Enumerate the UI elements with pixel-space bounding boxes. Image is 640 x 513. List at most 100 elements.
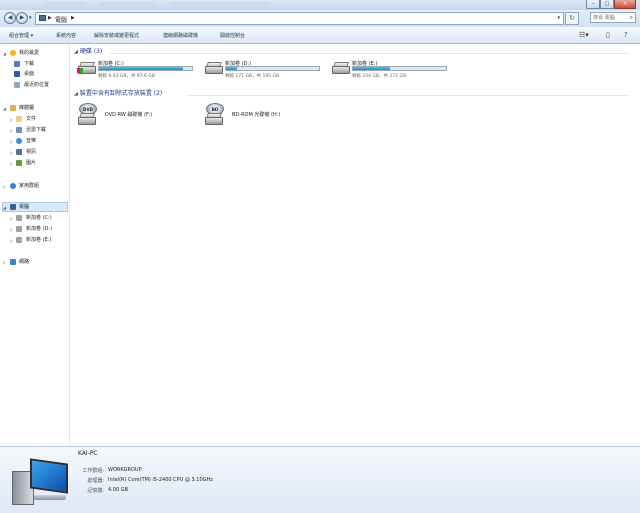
- refresh-button[interactable]: ↻: [565, 12, 579, 25]
- downloads-folder-icon: [14, 61, 20, 67]
- group-divider: [186, 95, 630, 96]
- drive-free-space: 剩餘 171 GB，共 195 GB: [225, 74, 280, 79]
- folder-icon: [16, 127, 22, 133]
- cpu-label: 處理器:: [87, 478, 104, 484]
- usage-fill: [353, 67, 390, 70]
- address-bar[interactable]: ▶ 電腦 ▶ ▾: [35, 12, 564, 25]
- hard-drive-icon: [16, 215, 22, 221]
- minimize-button[interactable]: –: [586, 0, 600, 9]
- hard-drive-icon: [332, 62, 350, 74]
- address-dropdown-icon[interactable]: ▾: [557, 15, 560, 21]
- sidebar-label: 家用群組: [19, 183, 40, 189]
- workgroup-label: 工作群組:: [82, 468, 104, 474]
- back-arrow-icon: ◀: [7, 14, 13, 21]
- taskbar-ghost: [45, 2, 85, 7]
- content-pane: ◢ 硬碟 (3) 新加卷 (C:) 剩餘 9.43 GB，共 97.6 GB 新加…: [70, 44, 640, 446]
- system-properties-button[interactable]: 系統內容: [56, 32, 76, 39]
- collapse-icon[interactable]: ◢: [74, 49, 78, 55]
- expand-icon[interactable]: ▷: [10, 148, 13, 157]
- history-dropdown-icon[interactable]: ▾: [29, 15, 32, 21]
- drive-name: BD-ROM 光碟機 (H:): [232, 112, 281, 118]
- expand-icon[interactable]: ▷: [10, 214, 13, 223]
- details-pane: KAI-PC 工作群組: WORKGROUP 處理器: Intel(R) Cor…: [0, 446, 640, 513]
- hard-drive-icon: [77, 62, 96, 74]
- group-header-hard-drives[interactable]: ◢ 硬碟 (3): [74, 48, 102, 56]
- expand-icon[interactable]: ▷: [3, 258, 6, 267]
- videos-icon: [16, 149, 22, 155]
- sidebar-label: 我的最愛: [19, 50, 40, 56]
- network-icon: [10, 259, 16, 265]
- collapse-icon[interactable]: ◢: [3, 49, 6, 58]
- homegroup-icon: [10, 183, 16, 189]
- command-bar: 組合管理 ▾ 系統內容 解除安裝或變更程式 連線網路磁碟機 開啟控制台 ☷▾ ▯…: [0, 27, 640, 44]
- breadcrumb-separator-icon[interactable]: ▶: [48, 15, 52, 21]
- collapse-icon[interactable]: ◢: [74, 91, 78, 97]
- map-network-drive-button[interactable]: 連線網路磁碟機: [163, 32, 198, 39]
- collapse-icon[interactable]: ◢: [3, 104, 6, 113]
- music-icon: [16, 138, 22, 144]
- forward-arrow-icon: ▶: [19, 14, 25, 21]
- hard-drive-icon: [205, 62, 223, 74]
- group-divider: [110, 53, 630, 54]
- search-box[interactable]: ⌕: [590, 12, 636, 23]
- expand-icon[interactable]: ▷: [10, 126, 13, 135]
- expand-icon[interactable]: ▷: [10, 225, 13, 234]
- title-bar: – □ ×: [0, 0, 640, 10]
- libraries-icon: [10, 105, 16, 111]
- computer-icon: [39, 15, 46, 21]
- forward-button[interactable]: ▶: [16, 12, 28, 24]
- search-icon[interactable]: ⌕: [630, 14, 633, 22]
- drive-usage-bar: [225, 66, 320, 71]
- sidebar-label: 圖片: [26, 160, 37, 166]
- close-button[interactable]: ×: [614, 0, 636, 9]
- sidebar-label: 新加卷 (E:): [26, 237, 52, 243]
- help-icon[interactable]: ?: [624, 31, 628, 39]
- address-row: ◀ ▶ ▾ ▶ 電腦 ▶ ▾ ↻ ⌕: [0, 10, 640, 27]
- optical-drive-icon: [205, 113, 223, 125]
- drive-usage-bar: [98, 66, 193, 71]
- computer-icon: [10, 204, 16, 210]
- breadcrumb-separator-icon[interactable]: ▶: [71, 15, 75, 21]
- search-input[interactable]: [591, 13, 627, 22]
- uninstall-program-button[interactable]: 解除安裝或變更程式: [94, 32, 139, 39]
- drive-c-tile[interactable]: 新加卷 (C:) 剩餘 9.43 GB，共 97.6 GB: [76, 59, 201, 83]
- taskbar-ghost: [100, 2, 155, 7]
- sidebar-label: 網路: [19, 259, 30, 265]
- expand-icon[interactable]: ▷: [3, 182, 6, 191]
- sidebar-label: 最近的位置: [24, 82, 50, 88]
- bd-drive-tile[interactable]: BD BD-ROM 光碟機 (H:): [203, 103, 328, 127]
- desktop-icon: [14, 71, 20, 77]
- collapse-icon[interactable]: ◢: [3, 203, 6, 212]
- back-button[interactable]: ◀: [4, 12, 16, 24]
- open-control-panel-button[interactable]: 開啟控制台: [220, 32, 245, 39]
- ram-label: 記憶體:: [87, 488, 104, 494]
- breadcrumb-computer[interactable]: 電腦: [55, 15, 67, 24]
- hard-drive-icon: [16, 226, 22, 232]
- maximize-button[interactable]: □: [600, 0, 614, 9]
- computer-name: KAI-PC: [78, 450, 98, 457]
- refresh-icon: ↻: [569, 14, 575, 22]
- drive-e-tile[interactable]: 新加卷 (E:) 剩餘 104 GB，共 172 GB: [330, 59, 455, 83]
- sidebar-label: 電腦: [19, 204, 30, 210]
- drive-name: DVD RW 磁碟機 (F:): [105, 112, 153, 118]
- expand-icon[interactable]: ▷: [10, 236, 13, 245]
- navigation-pane: ◢ 我的最愛 下載 桌面 最近的位置 ◢ 媒體櫃 ▷ 文件 ▷ 迅雷下載 ▷ 音…: [0, 44, 70, 446]
- usage-fill: [226, 67, 238, 70]
- drive-usage-bar: [352, 66, 447, 71]
- view-options-icon[interactable]: ☷▾: [579, 31, 589, 39]
- sidebar-label: 視訊: [26, 149, 37, 155]
- group-header-removable[interactable]: ◢ 裝置中含有卸除式存放裝置 (2): [74, 90, 162, 98]
- ram-value: 4.00 GB: [108, 487, 129, 493]
- organize-button[interactable]: 組合管理 ▾: [9, 32, 33, 39]
- expand-icon[interactable]: ▷: [10, 159, 13, 168]
- disc-badge: BD: [211, 107, 219, 112]
- dvd-drive-tile[interactable]: DVD DVD RW 磁碟機 (F:): [76, 103, 201, 127]
- taskbar-ghost: [170, 2, 270, 7]
- drive-free-space: 剩餘 9.43 GB，共 97.6 GB: [98, 74, 155, 79]
- drive-d-tile[interactable]: 新加卷 (D:) 剩餘 171 GB，共 195 GB: [203, 59, 328, 83]
- expand-icon[interactable]: ▷: [10, 137, 13, 146]
- window-controls: – □ ×: [586, 0, 636, 9]
- workgroup-value: WORKGROUP: [108, 467, 142, 473]
- expand-icon[interactable]: ▷: [10, 115, 13, 124]
- preview-pane-icon[interactable]: ▯: [606, 31, 610, 39]
